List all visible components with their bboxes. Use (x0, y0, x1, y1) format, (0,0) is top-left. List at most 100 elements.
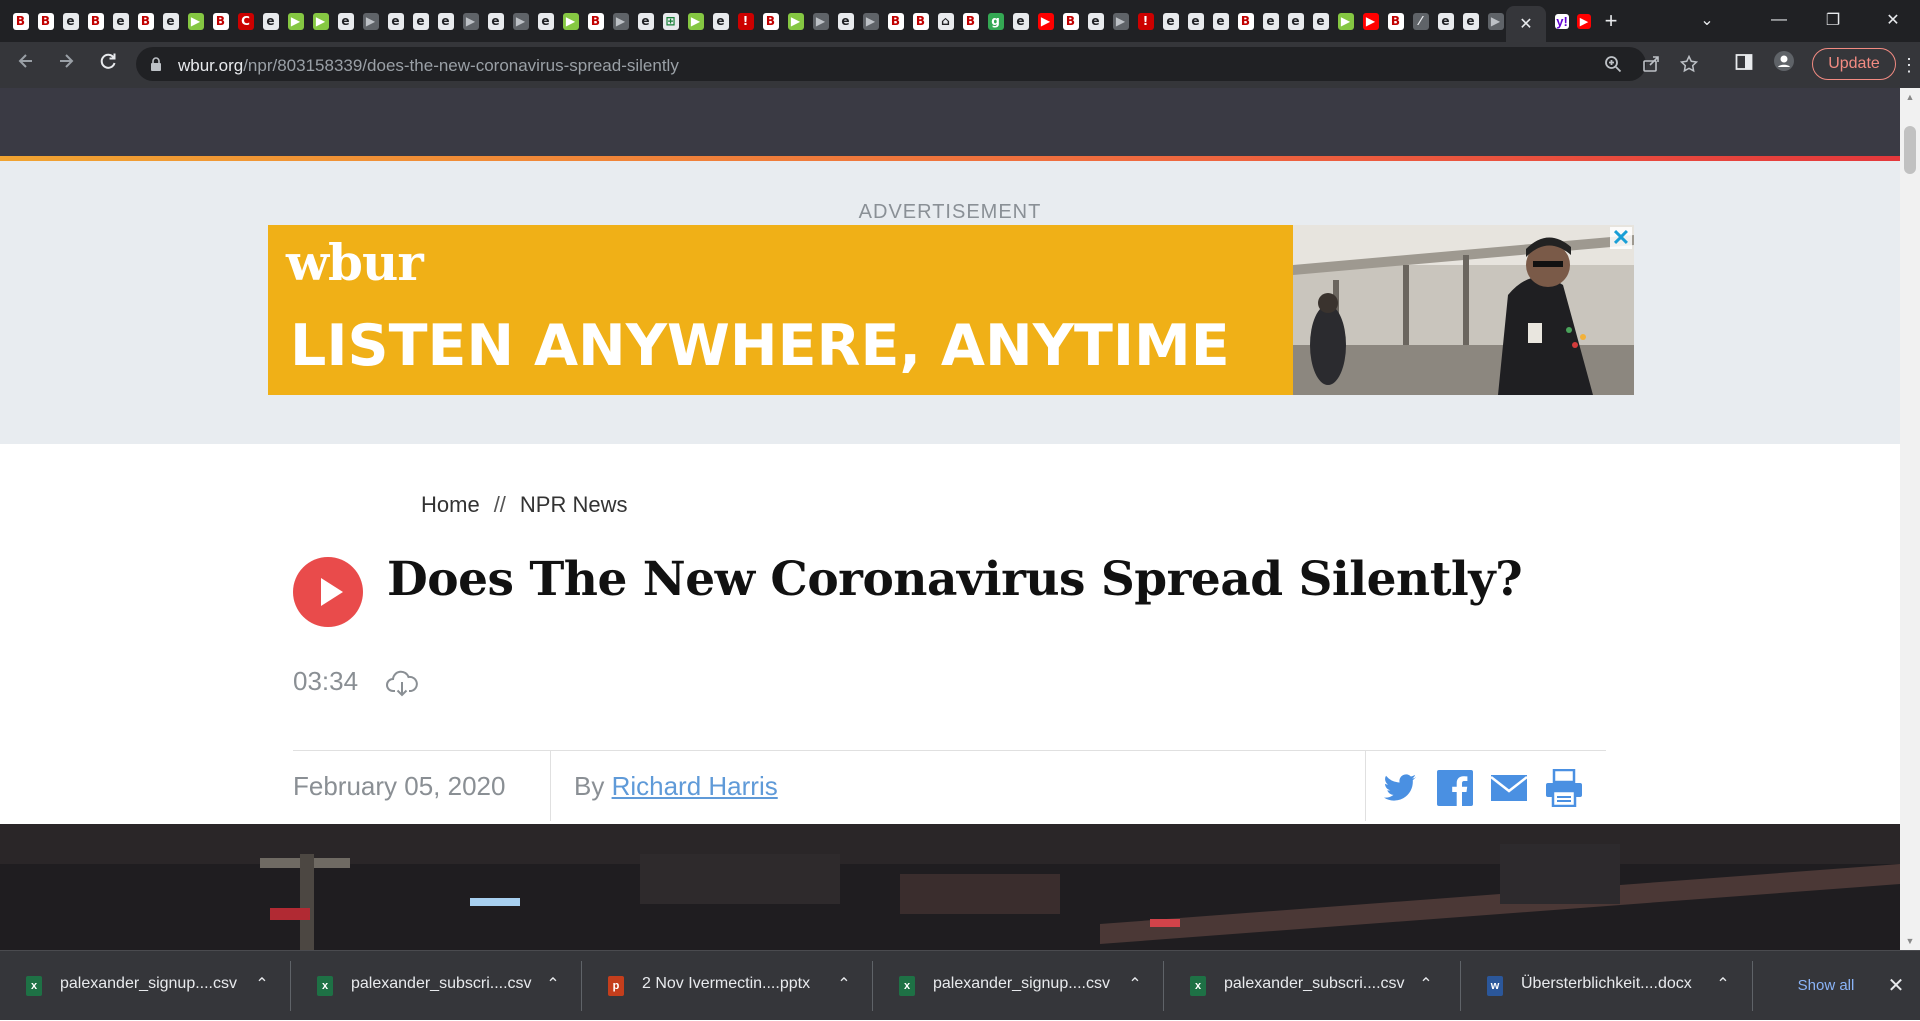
browser-tab[interactable]: e (383, 9, 408, 33)
browser-tab[interactable]: B (1233, 9, 1258, 33)
browser-tab[interactable]: B (958, 9, 983, 33)
minimize-button[interactable]: — (1752, 0, 1806, 40)
tab-youtube[interactable]: ▶ (1572, 9, 1596, 33)
browser-tab[interactable]: e (1183, 9, 1208, 33)
browser-tab[interactable]: ▶ (1033, 9, 1058, 33)
browser-tab[interactable]: e (833, 9, 858, 33)
browser-tab[interactable]: ▶ (308, 9, 333, 33)
address-bar[interactable]: wbur.org/npr/803158339/does-the-new-coro… (136, 47, 1698, 81)
ad-banner[interactable]: wbur LISTEN ANYWHERE, ANYTIME ✕ (268, 225, 1634, 395)
breadcrumb-section-link[interactable]: NPR News (520, 492, 628, 517)
update-button[interactable]: Update (1812, 48, 1896, 80)
close-tab-icon[interactable]: ✕ (1519, 14, 1532, 34)
menu-icon[interactable]: ⋮ (1900, 54, 1918, 76)
twitter-icon[interactable] (1381, 769, 1419, 807)
restore-button[interactable]: ❐ (1806, 0, 1860, 40)
browser-tab[interactable]: e (708, 9, 733, 33)
browser-tab[interactable]: B (583, 9, 608, 33)
browser-tab[interactable]: e (1008, 9, 1033, 33)
browser-tab[interactable]: ▶ (358, 9, 383, 33)
scrollbar-thumb[interactable] (1904, 126, 1916, 174)
share-icon[interactable] (1640, 53, 1662, 75)
browser-tab[interactable]: ! (1133, 9, 1158, 33)
browser-tab[interactable]: B (1383, 9, 1408, 33)
browser-tab[interactable]: e (533, 9, 558, 33)
facebook-icon[interactable] (1436, 769, 1474, 807)
tab-yahoo[interactable]: y! (1550, 9, 1574, 33)
browser-tab[interactable]: e (1433, 9, 1458, 33)
browser-tab[interactable]: e (1258, 9, 1283, 33)
browser-tab[interactable]: e (58, 9, 83, 33)
author-link[interactable]: Richard Harris (612, 771, 778, 801)
breadcrumb-home-link[interactable]: Home (421, 492, 480, 517)
ad-close-icon[interactable]: ✕ (1610, 227, 1632, 249)
lock-icon[interactable] (150, 57, 162, 71)
browser-tab[interactable]: ⁄ (1408, 9, 1433, 33)
show-all-downloads-button[interactable]: Show all (1780, 973, 1872, 999)
download-options-chevron-icon[interactable]: ⌃ (834, 973, 854, 997)
download-options-chevron-icon[interactable]: ⌃ (1713, 973, 1733, 997)
download-item[interactable]: x palexander_signup....csv ⌃ (873, 951, 1163, 1021)
browser-tab[interactable]: ! (733, 9, 758, 33)
download-item[interactable]: w Übersterblichkeit....docx ⌃ (1461, 951, 1751, 1021)
browser-tab[interactable]: e (408, 9, 433, 33)
url-text[interactable]: wbur.org/npr/803158339/does-the-new-coro… (178, 56, 679, 76)
browser-tab[interactable]: ▶ (1358, 9, 1383, 33)
download-audio-icon[interactable] (386, 669, 418, 699)
browser-tab[interactable]: e (1308, 9, 1333, 33)
browser-tab[interactable]: ▶ (183, 9, 208, 33)
browser-tab[interactable]: B (133, 9, 158, 33)
back-button[interactable] (12, 51, 40, 79)
download-options-chevron-icon[interactable]: ⌃ (252, 973, 272, 997)
side-panel-button[interactable] (1730, 51, 1758, 79)
browser-tab[interactable]: B (758, 9, 783, 33)
scroll-up-arrow-icon[interactable]: ▲ (1904, 92, 1916, 102)
download-options-chevron-icon[interactable]: ⌃ (1125, 973, 1145, 997)
browser-tab[interactable]: e (1458, 9, 1483, 33)
browser-tab[interactable]: C (233, 9, 258, 33)
browser-tab[interactable]: e (1283, 9, 1308, 33)
download-item[interactable]: x palexander_subscri....csv ⌃ (291, 951, 581, 1021)
browser-tab[interactable]: ▶ (1483, 9, 1504, 33)
browser-tab[interactable]: B (1058, 9, 1083, 33)
email-icon[interactable] (1490, 769, 1528, 807)
zoom-icon[interactable] (1602, 53, 1624, 75)
browser-tab[interactable]: B (8, 9, 33, 33)
browser-tab[interactable]: ▶ (1108, 9, 1133, 33)
active-tab[interactable]: ✕ (1506, 6, 1546, 42)
print-icon[interactable] (1545, 769, 1583, 807)
reload-button[interactable] (94, 51, 122, 79)
browser-tab[interactable]: ▶ (283, 9, 308, 33)
download-item[interactable]: x palexander_subscri....csv ⌃ (1164, 951, 1454, 1021)
browser-tab[interactable]: ▶ (808, 9, 833, 33)
browser-tab[interactable]: ▶ (558, 9, 583, 33)
browser-tab[interactable]: e (433, 9, 458, 33)
download-options-chevron-icon[interactable]: ⌃ (1416, 973, 1436, 997)
browser-tab[interactable]: B (208, 9, 233, 33)
browser-tab[interactable]: ▶ (608, 9, 633, 33)
browser-tab[interactable]: e (108, 9, 133, 33)
profile-button[interactable] (1770, 51, 1798, 79)
browser-tab[interactable]: ▶ (458, 9, 483, 33)
browser-tab[interactable]: B (83, 9, 108, 33)
page-scrollbar[interactable]: ▲ ▼ (1900, 88, 1920, 950)
browser-tab[interactable]: g (983, 9, 1008, 33)
browser-tab[interactable]: ▶ (783, 9, 808, 33)
browser-tab[interactable]: e (1158, 9, 1183, 33)
download-options-chevron-icon[interactable]: ⌃ (543, 973, 563, 997)
browser-tab[interactable]: ▶ (683, 9, 708, 33)
audio-play-button[interactable] (293, 557, 363, 627)
browser-tab[interactable]: B (908, 9, 933, 33)
browser-tab[interactable]: ▶ (508, 9, 533, 33)
tab-search-button[interactable]: ⌄ (1680, 0, 1734, 40)
browser-tab[interactable]: ⌂ (933, 9, 958, 33)
browser-tab[interactable]: e (1083, 9, 1108, 33)
browser-tab[interactable]: e (333, 9, 358, 33)
browser-tab[interactable]: e (633, 9, 658, 33)
new-tab-button[interactable]: + (1598, 8, 1624, 34)
browser-tab[interactable]: ▶ (1333, 9, 1358, 33)
forward-button[interactable] (52, 51, 80, 79)
browser-tab[interactable]: B (883, 9, 908, 33)
browser-tab[interactable]: e (158, 9, 183, 33)
browser-tab[interactable]: e (483, 9, 508, 33)
